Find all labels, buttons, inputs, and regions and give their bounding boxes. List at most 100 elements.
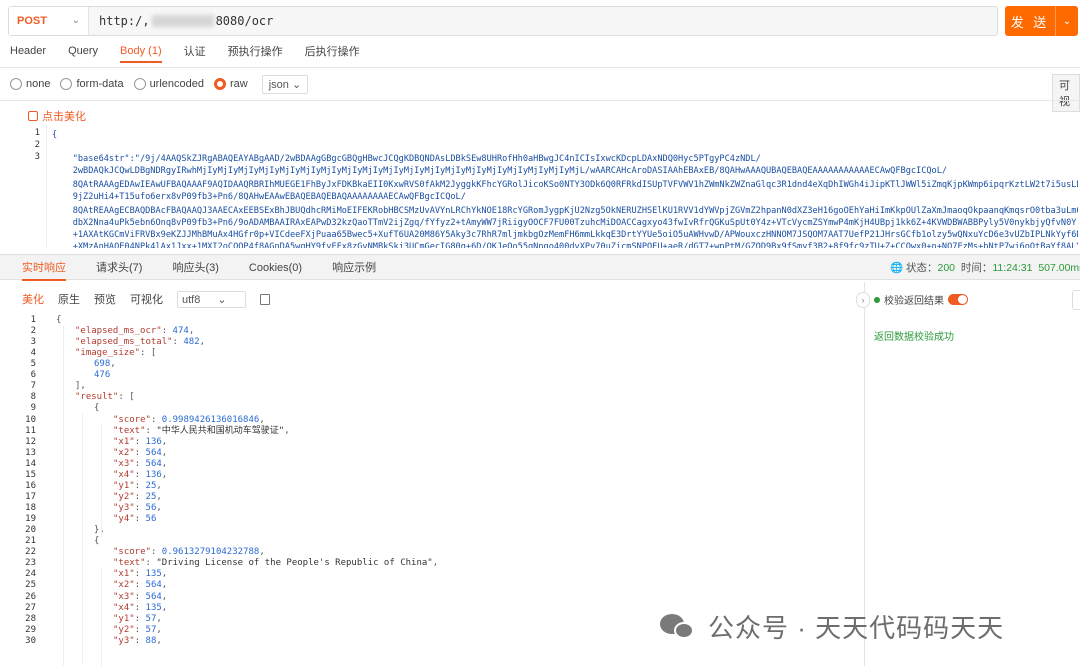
mode-raw[interactable]: raw [214,78,248,90]
json-value: 564 [145,591,162,602]
json-value: "中华人民共和国机动车驾驶证" [156,425,285,436]
json-punct: , [156,491,162,502]
json-line: "y2": 25, [113,491,162,502]
json-value: 698 [94,359,111,370]
code-line: +1AXAtKGCmViFRVBx9eKZJJMhBMuAx4HGfr0p+VI… [52,230,1078,240]
json-key: "y1" [113,480,135,491]
json-punct: [ [129,392,135,403]
json-key: "x4" [113,602,135,613]
json-punct: , [156,635,162,646]
collapse-panel-button[interactable]: › [856,292,870,308]
url-redacted [151,15,214,27]
encoding-select[interactable]: utf8 ⌄ [177,290,246,308]
tab-response-headers[interactable]: 响应头(3) [172,255,218,281]
status-dot-icon [874,296,880,303]
tab-auth[interactable]: 认证 [184,43,206,65]
line-number: 8 [30,392,36,403]
radio-selected-icon [214,78,226,90]
code-line: dbX2Nna4uPk5ebn6Onq8vP09fb3+Pn6/9oADAMBA… [52,218,1077,228]
url-prefix: http:/, [99,14,150,28]
json-line: "text": "Driving License of the People's… [113,558,439,569]
line-number: 20 [25,525,36,536]
line-number: 24 [25,569,36,580]
tab-body[interactable]: Body (1) [120,45,162,63]
send-button[interactable]: 发 送 [1005,6,1055,36]
json-punct: , [188,326,195,337]
validate-label: 校验返回结果 [884,296,944,307]
line-number: 23 [25,558,36,569]
radio-icon [60,78,73,90]
json-key: "x3" [113,458,135,469]
response-tabs: 实时响应 请求头(7) 响应头(3) Cookies(0) 响应示例 [22,255,406,281]
json-value: 56 [145,503,157,514]
method-select[interactable]: POST ⌄ [9,7,89,35]
line-number: 4 [30,348,36,359]
tab-header[interactable]: Header [10,45,46,63]
json-key: "x1" [113,569,135,580]
json-line: "score": 0.9989426136016846, [113,414,265,425]
response-bar: 实时响应 请求头(7) 响应头(3) Cookies(0) 响应示例 🌐 状态：… [0,254,1080,281]
json-line: "x1": 135, [113,569,168,580]
line-number: 19 [25,514,36,525]
json-punct: , [156,624,162,635]
mode-none[interactable]: none [10,78,50,90]
json-key: "score" [113,547,151,558]
line-number: 5 [30,359,36,370]
tab-cookies[interactable]: Cookies(0) [249,255,302,281]
view-pretty[interactable]: 美化 [22,291,44,307]
json-punct: , [156,480,162,491]
json-line: "y4": 56 [113,514,157,525]
mode-form-data[interactable]: form-data [60,78,124,90]
view-raw[interactable]: 原生 [58,291,80,307]
url-suffix: 8080/ocr [215,14,274,28]
tab-response-examples[interactable]: 响应示例 [332,255,376,281]
encoding-label: utf8 [182,293,201,306]
json-line: "y2": 57, [113,624,162,635]
line-number: 3 [34,152,40,162]
visualize-button[interactable]: 可视 [1052,74,1080,112]
copy-icon[interactable] [259,293,270,305]
view-preview[interactable]: 预览 [94,291,116,307]
json-line: "x4": 135, [113,602,168,613]
json-line: "x3": 564, [113,458,168,469]
response-toolbar: 美化 原生 预览 可视化 utf8 ⌄ [22,290,284,308]
line-number: 28 [25,613,36,624]
json-value: 564 [145,447,162,458]
raw-type-select[interactable]: json ⌄ [261,74,309,94]
json-value: 136 [145,469,162,480]
json-value: 136 [145,436,162,447]
duration-value: 507.00ms [1038,262,1080,274]
json-value: 482 [183,337,200,348]
json-line: "text": "中华人民共和国机动车驾驶证", [113,425,290,436]
status-label: 状态： [906,262,938,274]
json-value: 474 [172,326,189,337]
radio-icon [133,78,146,90]
json-line: { [94,536,99,547]
side-panel-tab[interactable] [1072,290,1080,310]
tab-pre-script[interactable]: 预执行操作 [228,43,283,65]
json-key: "y2" [113,491,135,502]
view-visualize[interactable]: 可视化 [130,291,163,307]
json-line: "x4": 136, [113,469,168,480]
json-punct: }, [94,525,105,536]
json-line: "elapsed_ms_total": 482, [75,337,206,348]
mode-urlencoded[interactable]: urlencoded [133,78,204,90]
line-number: 11 [25,425,36,436]
json-line: "y1": 57, [113,613,162,624]
tab-post-script[interactable]: 后执行操作 [305,43,360,65]
json-line: 698, [94,359,116,370]
json-line: "x3": 564, [113,591,168,602]
json-value: 135 [145,602,162,613]
tab-realtime-response[interactable]: 实时响应 [22,255,66,281]
json-value: "Driving License of the People's Republi… [156,558,433,569]
json-punct: { [94,536,100,547]
send-dropdown-button[interactable]: ⌄ [1055,6,1078,36]
validate-toggle[interactable] [948,294,968,305]
beautify-icon [28,111,38,121]
request-body-editor[interactable]: 1 {2 3 "base64str":"/9j/4AAQSkZJRgABAQEAYA… [0,126,1080,248]
tab-query[interactable]: Query [68,45,98,63]
tab-request-headers[interactable]: 请求头(7) [96,255,142,281]
beautify-button[interactable]: 点击美化 [28,108,86,124]
json-value: 0.9613279104232788 [161,547,260,558]
url-input[interactable]: http:/, 8080/ocr [89,14,997,28]
